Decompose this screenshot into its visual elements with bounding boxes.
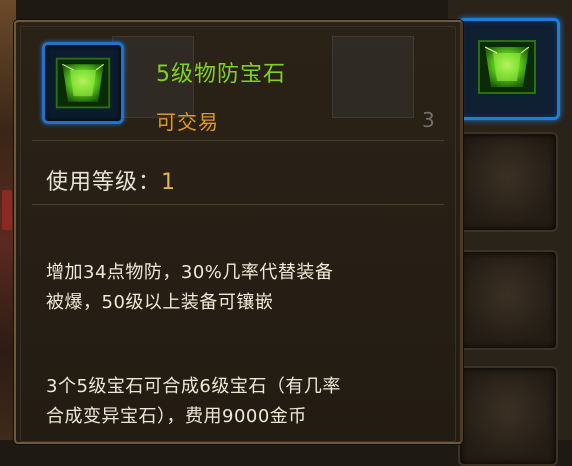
background-slot-count: 3 bbox=[422, 108, 435, 132]
green-gem-icon bbox=[478, 40, 536, 94]
item-name: 5级物防宝石 bbox=[156, 62, 286, 87]
description-line: 合成变异宝石），费用9000金币 bbox=[46, 406, 307, 427]
inventory-slot[interactable] bbox=[458, 366, 558, 466]
tradable-status: 可交易 bbox=[156, 110, 219, 134]
description-line: 3个5级宝石可合成6级宝石（有几率 bbox=[46, 376, 341, 397]
inventory-slot-selected[interactable] bbox=[458, 18, 560, 120]
inventory-slot[interactable] bbox=[458, 132, 558, 232]
required-level: 使用等级：1 bbox=[46, 164, 176, 196]
green-gem-icon bbox=[55, 57, 111, 109]
inventory-column bbox=[448, 0, 572, 466]
required-level-label: 使用等级： bbox=[46, 170, 162, 195]
item-combine-description: 3个5级宝石可合成6级宝石（有几率 合成变异宝石），费用9000金币 bbox=[46, 372, 466, 432]
item-tooltip: 3 5级物防宝石 可交易 使用等级：1 增加34点物防，30%几率代替装备 被爆… bbox=[14, 20, 463, 444]
divider bbox=[32, 140, 444, 141]
required-level-value: 1 bbox=[161, 170, 177, 195]
inventory-slot[interactable] bbox=[458, 250, 558, 350]
description-line: 被爆，50级以上装备可镶嵌 bbox=[46, 292, 274, 313]
background-slot-ghost bbox=[332, 36, 414, 118]
divider bbox=[32, 204, 444, 205]
item-icon-frame bbox=[42, 42, 124, 124]
item-effect-description: 增加34点物防，30%几率代替装备 被爆，50级以上装备可镶嵌 bbox=[46, 258, 466, 318]
description-line: 增加34点物防，30%几率代替装备 bbox=[46, 262, 334, 283]
